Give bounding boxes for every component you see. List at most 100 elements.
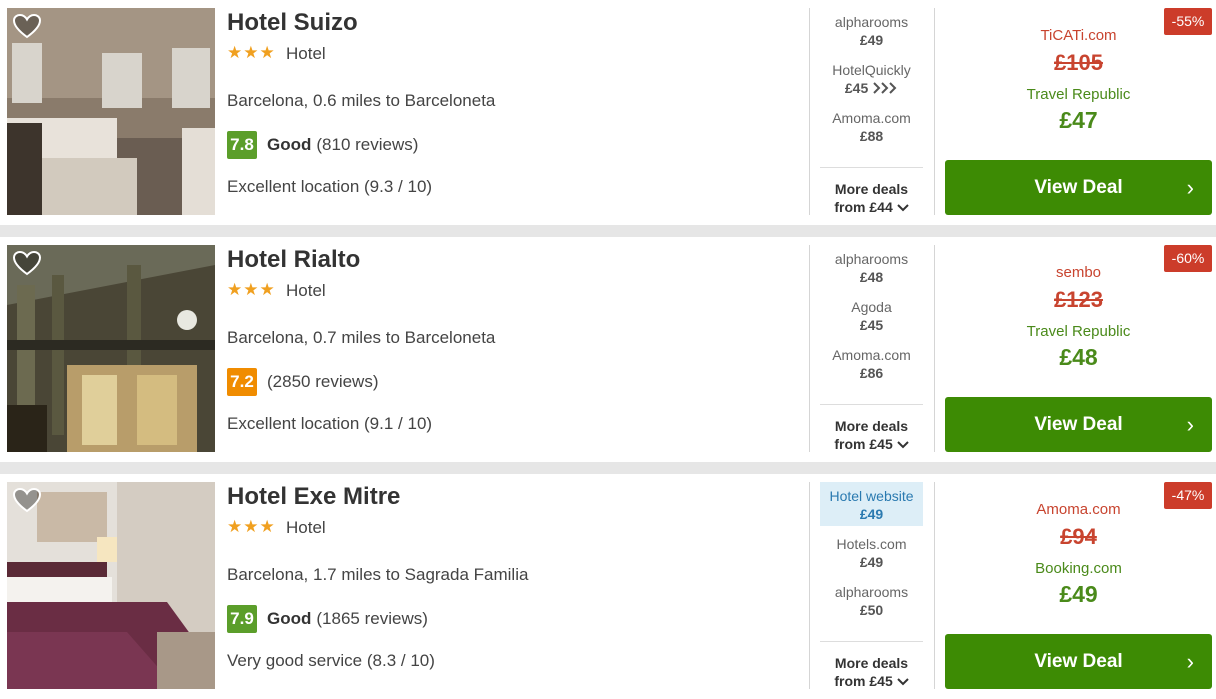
best-deal-site[interactable]: Booking.com xyxy=(945,560,1212,577)
star-rating: ★★★ xyxy=(227,517,276,536)
review-count: (810 reviews) xyxy=(316,135,419,154)
triple-chevron-right-icon xyxy=(873,82,897,94)
chevron-down-icon xyxy=(896,678,909,686)
heart-outline-icon[interactable] xyxy=(12,250,42,276)
more-deals-toggle[interactable]: More deals from £45 xyxy=(820,404,923,453)
original-price: £94 xyxy=(1060,524,1097,549)
divider xyxy=(934,8,935,215)
review-score-badge: 7.2 xyxy=(227,368,257,396)
deal-option[interactable]: Hotels.com £49 xyxy=(820,530,923,574)
hotel-card: Hotel Suizo ★★★ Hotel Barcelona, 0.6 mil… xyxy=(0,0,1216,225)
deal-price: £49 xyxy=(859,32,884,48)
review-summary[interactable]: 7.9 Good (1865 reviews) xyxy=(227,605,428,633)
view-deal-button[interactable]: View Deal › xyxy=(945,397,1212,452)
hotel-photo-image xyxy=(7,245,215,452)
deal-site: Amoma.com xyxy=(832,347,911,363)
original-price-site: sembo xyxy=(1055,264,1102,281)
view-deal-button[interactable]: View Deal › xyxy=(945,160,1212,215)
hotel-photo[interactable] xyxy=(7,482,215,689)
deal-site: alpharooms xyxy=(834,251,909,267)
more-deals-label: More deals xyxy=(834,181,909,197)
more-deals-from: from £45 xyxy=(834,673,893,689)
more-deals-toggle[interactable]: More deals from £45 xyxy=(820,641,923,690)
rating-word: Good xyxy=(267,135,312,154)
rating-word: Good xyxy=(267,609,312,628)
deal-site: Amoma.com xyxy=(832,110,911,126)
review-summary[interactable]: 7.8 Good (810 reviews) xyxy=(227,131,418,159)
deal-option[interactable]: Amoma.com £88 xyxy=(820,104,923,148)
deal-price: £88 xyxy=(859,128,884,144)
chevron-right-icon: › xyxy=(1186,175,1194,200)
deal-site: alpharooms xyxy=(834,584,909,600)
highlight-rating: Very good service (8.3 / 10) xyxy=(227,651,435,670)
heart-outline-icon[interactable] xyxy=(12,13,42,39)
deal-option-highlighted[interactable]: Hotel website £49 xyxy=(820,482,923,526)
divider xyxy=(934,245,935,452)
deal-price: £49 xyxy=(859,506,884,522)
divider xyxy=(809,245,810,452)
deal-price: £45 xyxy=(859,317,884,333)
highlight-rating: Excellent location (9.1 / 10) xyxy=(227,414,433,433)
hotel-photo[interactable] xyxy=(7,8,215,215)
alternative-deals: alpharooms £48 Agoda £45 Amoma.com £86 xyxy=(820,245,923,389)
hotel-location: Barcelona, 0.6 miles to Barceloneta xyxy=(227,91,496,110)
deal-price: £48 xyxy=(859,269,884,285)
deal-option[interactable]: alpharooms £49 xyxy=(820,8,923,52)
best-deal-price[interactable]: £47 xyxy=(945,107,1212,134)
hotel-card: Hotel Rialto ★★★ Hotel Barcelona, 0.7 mi… xyxy=(0,237,1216,462)
best-deal-price[interactable]: £48 xyxy=(945,344,1212,371)
deal-site: HotelQuickly xyxy=(832,62,911,78)
hotel-name[interactable]: Hotel Exe Mitre xyxy=(227,483,400,511)
chevron-right-icon: › xyxy=(1186,412,1194,437)
more-deals-label: More deals xyxy=(834,418,909,434)
review-summary[interactable]: 7.2 (2850 reviews) xyxy=(227,368,379,396)
hotel-location: Barcelona, 1.7 miles to Sagrada Familia xyxy=(227,565,529,584)
view-deal-button[interactable]: View Deal › xyxy=(945,634,1212,689)
deal-option[interactable]: Agoda £45 xyxy=(820,293,923,337)
hotel-name[interactable]: Hotel Rialto xyxy=(227,246,360,274)
more-deals-from: from £45 xyxy=(834,436,893,452)
star-rating: ★★★ xyxy=(227,43,276,62)
hotel-photo-image xyxy=(7,482,215,689)
divider xyxy=(809,8,810,215)
deal-option[interactable]: Amoma.com £86 xyxy=(820,341,923,385)
deal-price: £86 xyxy=(859,365,884,381)
hotel-name[interactable]: Hotel Suizo xyxy=(227,9,358,37)
divider xyxy=(934,482,935,689)
chevron-down-icon xyxy=(896,441,909,449)
deal-price: £45 xyxy=(844,80,869,96)
original-price: £105 xyxy=(1054,50,1103,75)
view-deal-label: View Deal xyxy=(1034,651,1123,672)
deal-price: £49 xyxy=(859,554,884,570)
chevron-down-icon xyxy=(896,204,909,212)
view-deal-label: View Deal xyxy=(1034,414,1123,435)
deal-site: Agoda xyxy=(851,299,892,315)
more-deals-label: More deals xyxy=(834,655,909,671)
accommodation-type: Hotel xyxy=(286,44,326,63)
deal-option[interactable]: HotelQuickly £45 xyxy=(820,56,923,100)
original-price-site: Amoma.com xyxy=(1036,501,1121,518)
best-deal-site[interactable]: Travel Republic xyxy=(945,86,1212,103)
review-score-badge: 7.9 xyxy=(227,605,257,633)
heart-outline-icon[interactable] xyxy=(12,487,42,513)
hotel-photo-image xyxy=(7,8,215,215)
deal-site: Hotel website xyxy=(829,488,914,504)
alternative-deals: alpharooms £49 HotelQuickly £45 Amoma.co… xyxy=(820,8,923,152)
hotel-card: Hotel Exe Mitre ★★★ Hotel Barcelona, 1.7… xyxy=(0,474,1216,699)
deal-price: £50 xyxy=(859,602,884,618)
more-deals-toggle[interactable]: More deals from £44 xyxy=(820,167,923,216)
review-score-badge: 7.8 xyxy=(227,131,257,159)
hotel-photo[interactable] xyxy=(7,245,215,452)
chevron-right-icon: › xyxy=(1186,649,1194,674)
more-deals-from: from £44 xyxy=(834,199,893,215)
view-deal-label: View Deal xyxy=(1034,177,1123,198)
deal-option[interactable]: alpharooms £48 xyxy=(820,245,923,289)
original-price: £123 xyxy=(1054,287,1103,312)
hotel-location: Barcelona, 0.7 miles to Barceloneta xyxy=(227,328,496,347)
review-count: (1865 reviews) xyxy=(316,609,428,628)
review-count: (2850 reviews) xyxy=(267,372,379,391)
best-deal-price[interactable]: £49 xyxy=(945,581,1212,608)
original-price-site: TiCATi.com xyxy=(1040,27,1117,44)
deal-option[interactable]: alpharooms £50 xyxy=(820,578,923,622)
best-deal-site[interactable]: Travel Republic xyxy=(945,323,1212,340)
